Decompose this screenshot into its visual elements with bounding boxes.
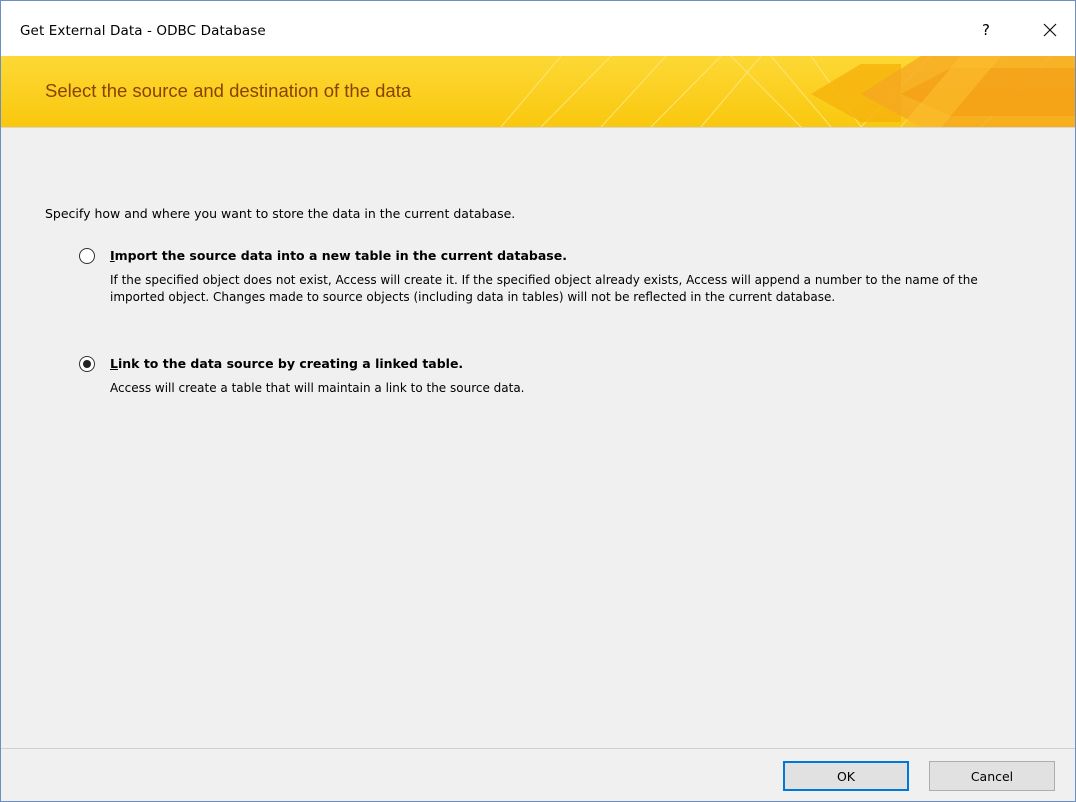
cancel-button[interactable]: Cancel bbox=[929, 761, 1055, 791]
title-bar: Get External Data - ODBC Database ? bbox=[1, 1, 1075, 56]
get-external-data-dialog: Get External Data - ODBC Database ? Sele… bbox=[0, 0, 1076, 802]
radio-selected-dot bbox=[83, 360, 91, 368]
ok-button[interactable]: OK bbox=[783, 761, 909, 791]
import-option-description: If the specified object does not exist, … bbox=[110, 273, 978, 304]
header-banner: Select the source and destination of the… bbox=[1, 56, 1075, 127]
help-icon: ? bbox=[982, 21, 990, 39]
banner-divider bbox=[1, 127, 1075, 128]
link-option-description: Access will create a table that will mai… bbox=[110, 381, 525, 395]
link-label-text: ink to the data source by creating a lin… bbox=[117, 356, 464, 371]
instruction-text: Specify how and where you want to store … bbox=[45, 206, 516, 221]
import-label-text: mport the source data into a new table i… bbox=[114, 248, 567, 263]
link-option-label[interactable]: Link to the data source by creating a li… bbox=[110, 356, 463, 371]
close-icon bbox=[1043, 23, 1057, 37]
link-mnemonic: L bbox=[110, 356, 118, 371]
help-button[interactable]: ? bbox=[971, 15, 1001, 45]
footer-divider bbox=[1, 748, 1075, 749]
close-button[interactable] bbox=[1031, 15, 1069, 45]
banner-title: Select the source and destination of the… bbox=[45, 80, 412, 101]
link-radio[interactable] bbox=[79, 356, 95, 372]
import-radio[interactable] bbox=[79, 248, 95, 264]
window-title: Get External Data - ODBC Database bbox=[20, 23, 266, 39]
import-option-label[interactable]: Import the source data into a new table … bbox=[110, 248, 567, 263]
